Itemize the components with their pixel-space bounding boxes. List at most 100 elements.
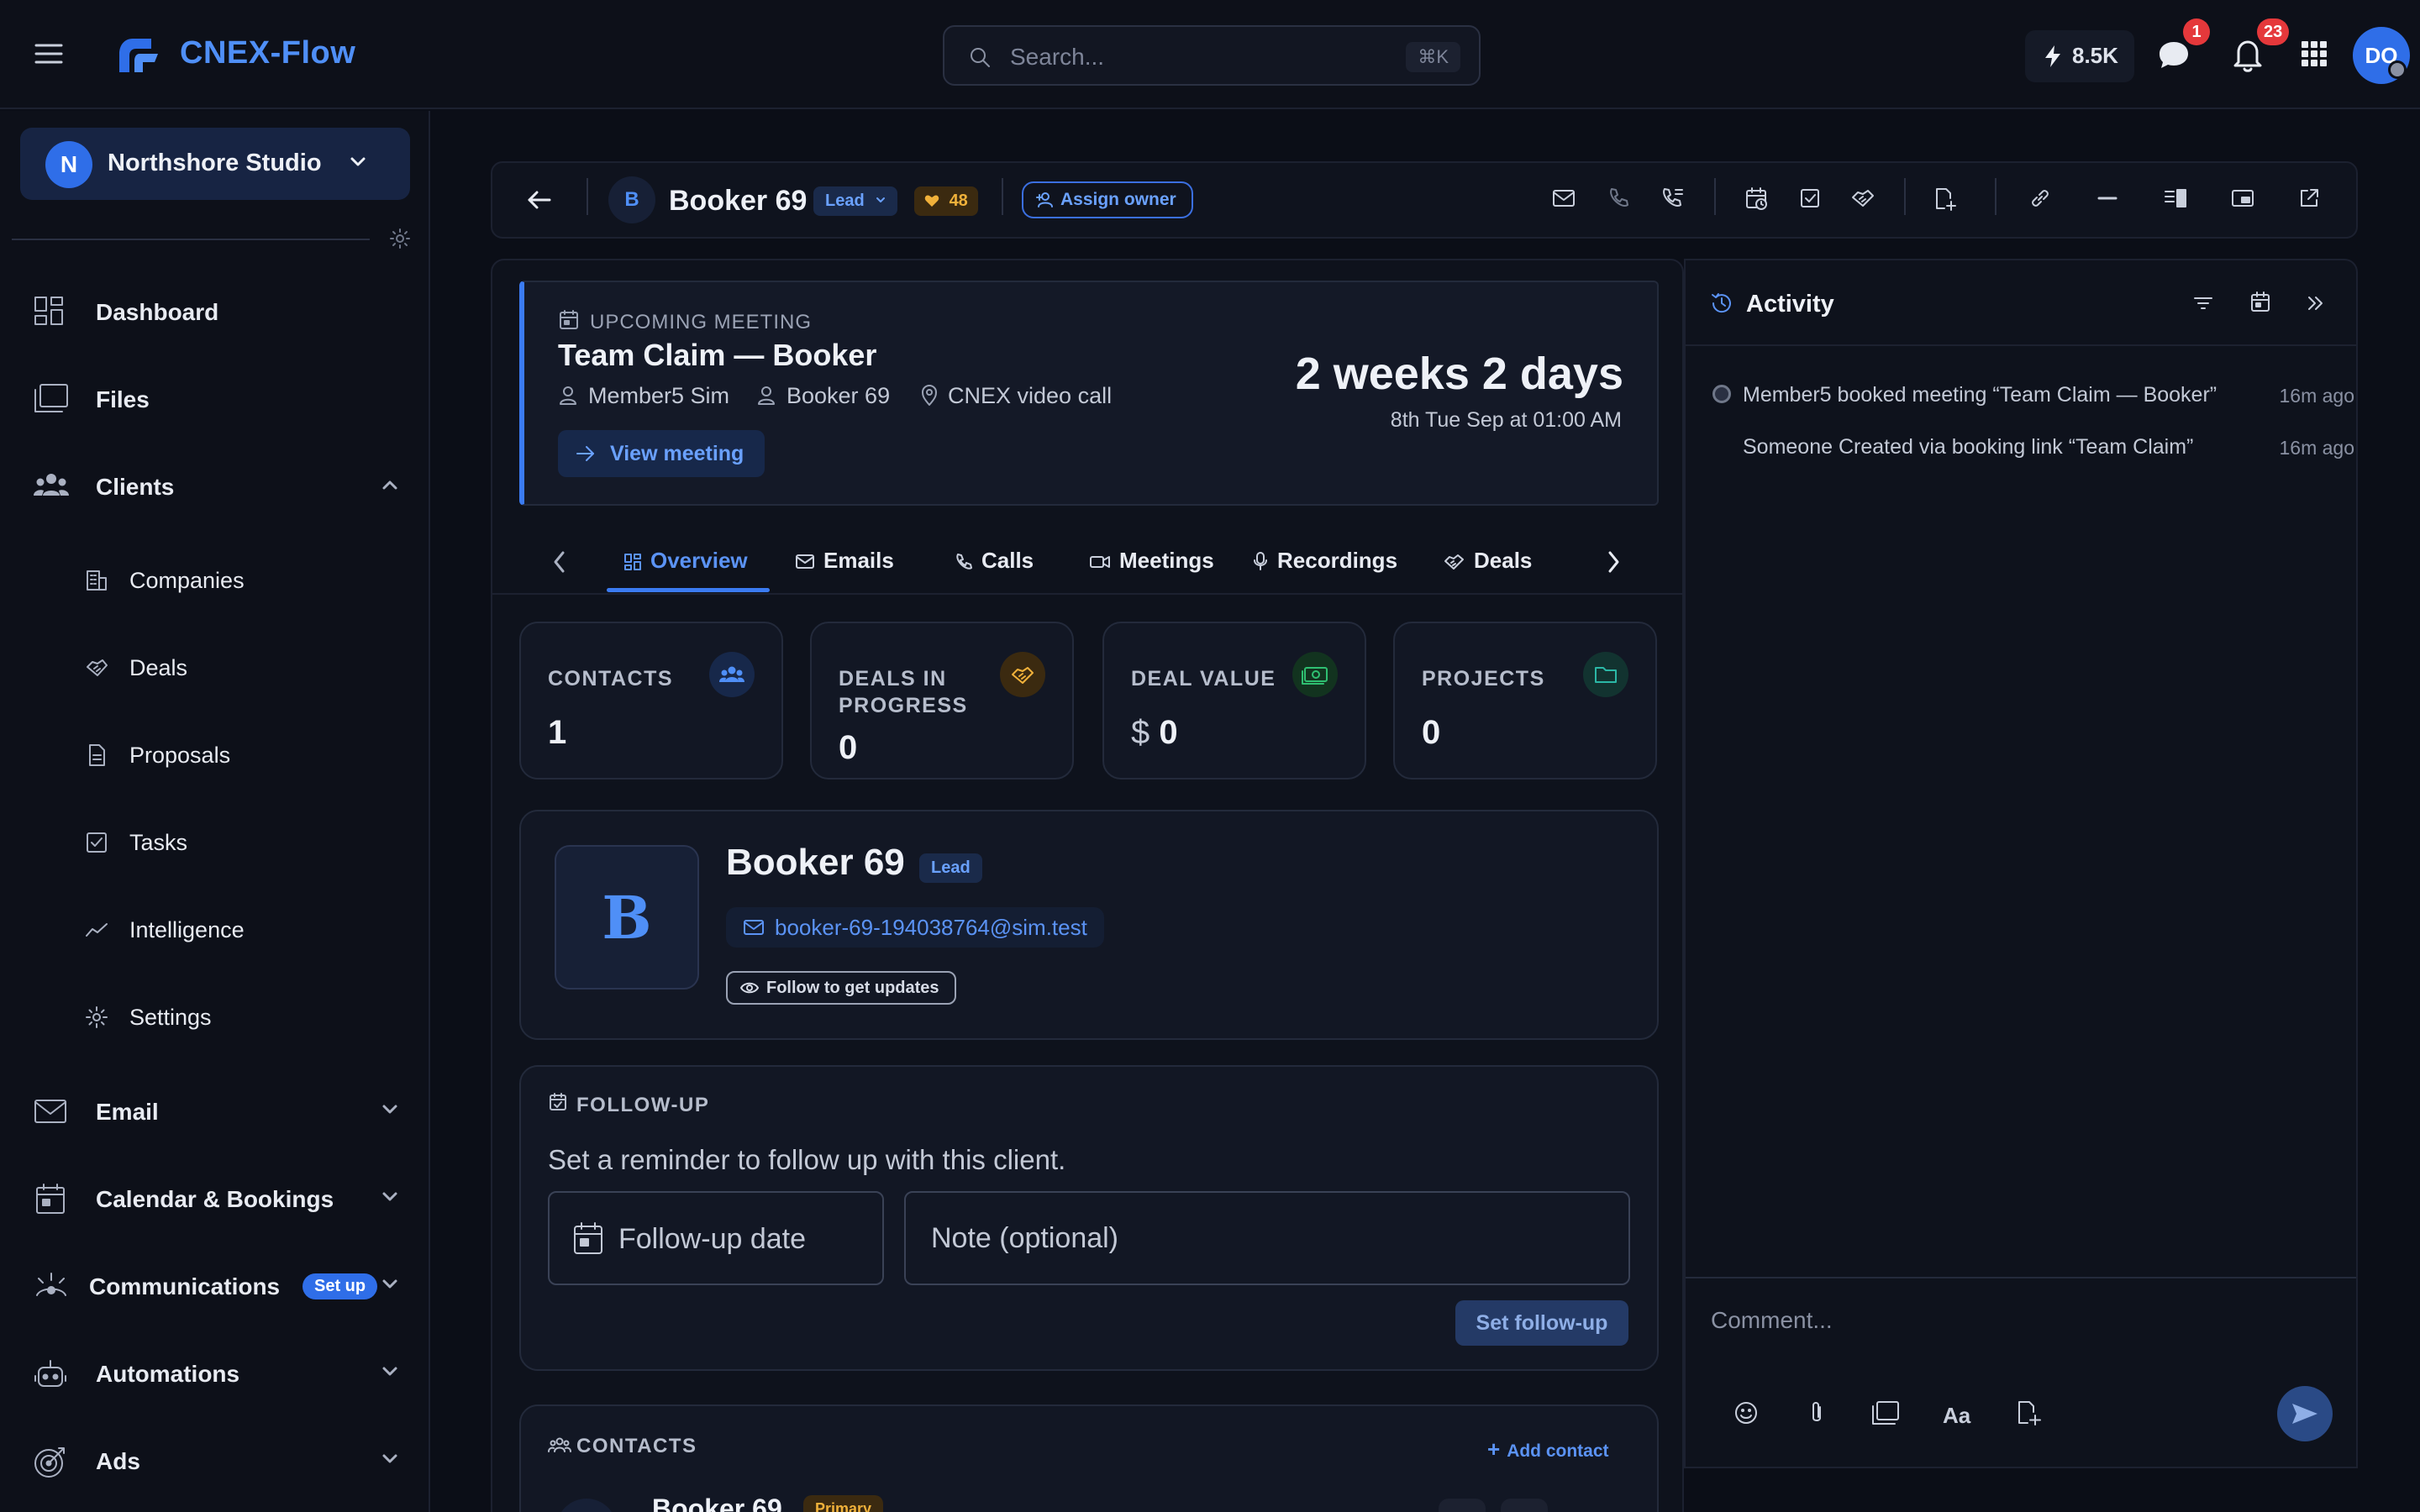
workspace-switcher[interactable]: N Northshore Studio (20, 128, 410, 200)
add-document-icon[interactable] (2015, 1399, 2042, 1426)
contact-action-button[interactable] (1439, 1499, 1486, 1512)
target-icon (32, 1443, 69, 1480)
assign-owner-button[interactable]: Assign owner (1022, 181, 1193, 218)
back-arrow-icon[interactable] (526, 188, 553, 212)
robot-icon (32, 1356, 69, 1393)
tabs-next-icon[interactable] (1605, 549, 1622, 575)
setup-badge[interactable]: Set up (302, 1273, 378, 1299)
brand-name[interactable]: CNEX-Flow (180, 35, 355, 71)
link-icon[interactable] (2028, 186, 2052, 210)
set-follow-up-button[interactable]: Set follow-up (1455, 1300, 1628, 1346)
tab-deals[interactable]: Deals (1444, 548, 1532, 574)
tab-label: Emails (823, 548, 894, 573)
nav-calendar-bookings[interactable]: Calendar & Bookings (0, 1166, 430, 1233)
nav-proposals[interactable]: Proposals (0, 722, 430, 790)
tab-overview[interactable]: Overview (623, 548, 748, 574)
send-button[interactable] (2277, 1386, 2333, 1441)
add-contact-button[interactable]: + Add contact (1487, 1436, 1609, 1462)
contact-name[interactable]: Booker 69 (652, 1494, 782, 1512)
folder-icon[interactable] (1870, 1399, 1901, 1426)
nav-communications[interactable]: Communications Set up (0, 1253, 430, 1320)
task-check-icon[interactable] (1798, 186, 1822, 210)
profile-email-link[interactable]: booker-69-194038764@sim.test (726, 907, 1104, 948)
gear-icon[interactable] (388, 227, 412, 250)
stat-card-contacts[interactable]: CONTACTS 1 (519, 622, 783, 780)
emoji-icon[interactable] (1733, 1399, 1760, 1426)
stat-card-deals-in-progress[interactable]: DEALS IN PROGRESS 0 (810, 622, 1074, 780)
view-meeting-label: View meeting (610, 442, 744, 465)
nav-automations[interactable]: Automations (0, 1341, 430, 1408)
nav-settings[interactable]: Settings (0, 984, 430, 1052)
tabs-prev-icon[interactable] (551, 549, 568, 575)
bell-icon[interactable] (2230, 37, 2265, 74)
follow-up-note-input[interactable] (904, 1191, 1630, 1285)
nav-companies[interactable]: Companies (0, 548, 430, 615)
stat-card-projects[interactable]: PROJECTS 0 (1393, 622, 1657, 780)
nav-label: Automations (96, 1361, 240, 1387)
chevron-down-icon (381, 1191, 398, 1203)
picture-in-picture-icon[interactable] (2230, 186, 2255, 210)
dashboard-icon (623, 553, 642, 571)
tab-calls[interactable]: Calls (955, 548, 1034, 574)
search-bar[interactable]: Search... ⌘K (943, 25, 1481, 86)
folder-icon (32, 381, 71, 415)
phone-dialer-icon[interactable] (1660, 186, 1686, 210)
nav-label: Deals (129, 655, 188, 680)
nav-intelligence[interactable]: Intelligence (0, 897, 430, 964)
checkbox-icon (84, 830, 109, 855)
follow-up-title: FOLLOW-UP (576, 1094, 710, 1116)
comment-input[interactable] (1711, 1299, 2333, 1342)
calendar-clock-icon[interactable] (1744, 186, 1770, 212)
dashboard-icon (32, 294, 66, 328)
tab-recordings[interactable]: Recordings (1252, 548, 1397, 574)
nav-dashboard[interactable]: Dashboard (0, 279, 430, 346)
calendar-icon[interactable] (2249, 291, 2272, 314)
status-badge[interactable]: Lead (813, 186, 898, 216)
building-icon (84, 568, 109, 593)
text-format-icon[interactable]: Aa (1943, 1403, 1970, 1429)
tab-emails[interactable]: Emails (795, 548, 894, 574)
stat-value: 0 (839, 729, 858, 766)
plus-icon: + (1487, 1436, 1501, 1462)
apps-grid-icon[interactable] (2301, 40, 2328, 67)
tab-label: Deals (1474, 548, 1533, 573)
chevron-down-icon (381, 1453, 398, 1465)
mail-icon (32, 1094, 69, 1127)
sidebar: N Northshore Studio Dashboard Files Clie… (0, 111, 430, 1512)
nav-deals[interactable]: Deals (0, 635, 430, 702)
minimize-icon[interactable] (2096, 186, 2119, 210)
add-document-icon[interactable] (1933, 186, 1958, 212)
nav-email[interactable]: Email (0, 1079, 430, 1146)
divider (1686, 1277, 2356, 1278)
open-external-icon[interactable] (2297, 186, 2321, 210)
attachment-icon[interactable] (1805, 1399, 1828, 1426)
nav-tasks[interactable]: Tasks (0, 810, 430, 877)
stat-card-deal-value[interactable]: DEAL VALUE $ 0 (1102, 622, 1366, 780)
contacts-title: CONTACTS (576, 1435, 697, 1457)
filter-icon[interactable] (2191, 292, 2215, 314)
stat-label: DEALS IN PROGRESS (839, 667, 968, 717)
phone-icon[interactable] (1607, 186, 1630, 210)
follow-up-date-picker[interactable]: Follow-up date (548, 1191, 884, 1285)
handshake-icon[interactable] (1850, 186, 1876, 210)
meeting-datetime: 8th Tue Sep at 01:00 AM (1390, 408, 1622, 432)
chevron-down-icon (381, 1278, 398, 1290)
contact-action-button[interactable] (1501, 1499, 1548, 1512)
nav-clients[interactable]: Clients (0, 454, 430, 521)
divider (587, 178, 588, 215)
credits-button[interactable]: 8.5K (2025, 30, 2134, 82)
view-meeting-button[interactable]: View meeting (558, 430, 765, 477)
follow-label: Follow to get updates (766, 979, 939, 997)
nav-files[interactable]: Files (0, 366, 430, 433)
chat-icon[interactable] (2156, 39, 2191, 72)
mail-icon[interactable] (1551, 186, 1576, 210)
follow-button[interactable]: Follow to get updates (726, 971, 956, 1005)
menu-icon[interactable] (34, 40, 64, 67)
tab-meetings[interactable]: Meetings (1089, 548, 1214, 574)
handshake-icon (84, 655, 109, 680)
collapse-panel-icon[interactable] (2304, 292, 2326, 314)
nav-ads[interactable]: Ads (0, 1428, 430, 1495)
split-view-icon[interactable] (2163, 186, 2188, 210)
brand-logo-icon[interactable] (114, 34, 163, 77)
record-title: Booker 69 (669, 185, 808, 217)
